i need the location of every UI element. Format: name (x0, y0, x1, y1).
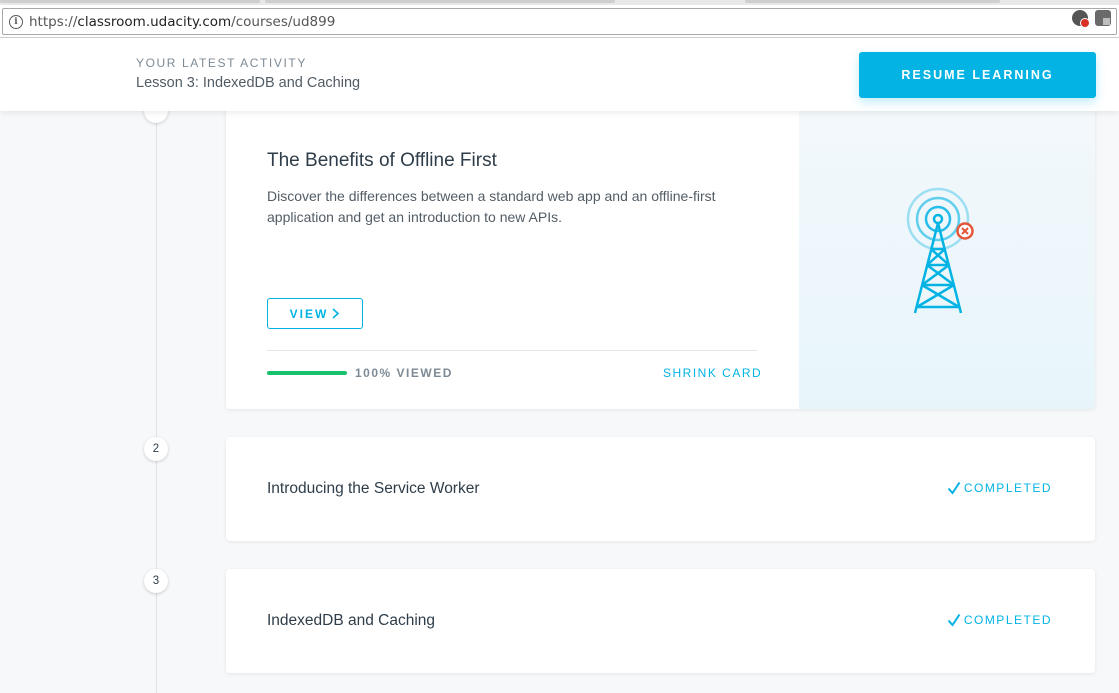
url-text[interactable]: https://classroom.udacity.com/courses/ud… (29, 14, 335, 30)
lesson-title: Introducing the Service Worker (267, 480, 480, 497)
check-icon (947, 481, 961, 495)
progress-label: 100% VIEWED (355, 366, 453, 380)
extension-icons (1072, 10, 1111, 28)
latest-activity-bar: YOUR LATEST ACTIVITY Lesson 3: IndexedDB… (0, 38, 1119, 111)
chevron-right-icon (332, 308, 340, 319)
status-badge: COMPLETED (947, 613, 1052, 627)
view-button[interactable]: VIEW (267, 298, 363, 329)
extension-blocked-icon[interactable] (1072, 10, 1090, 28)
browser-toolbar: i https://classroom.udacity.com/courses/… (0, 5, 1119, 38)
shrink-card-link[interactable]: SHRINK CARD (663, 366, 762, 380)
tab[interactable] (265, 0, 615, 3)
status-label: COMPLETED (963, 481, 1052, 495)
timeline-line (156, 111, 157, 693)
card-divider (267, 350, 757, 351)
status-label: COMPLETED (963, 613, 1052, 627)
progress-bar (267, 371, 347, 375)
radio-tower-offline-icon (906, 187, 974, 314)
lesson-card-expanded: The Benefits of Offline First Discover t… (226, 105, 1095, 409)
step-bubble-2: 2 (144, 437, 168, 461)
info-icon[interactable]: i (9, 14, 23, 29)
activity-kicker: YOUR LATEST ACTIVITY (136, 56, 307, 70)
translate-icon[interactable] (1095, 10, 1111, 26)
lesson-illustration (799, 105, 1095, 409)
resume-learning-button[interactable]: RESUME LEARNING (859, 52, 1096, 98)
lesson-card[interactable]: IndexedDB and Caching COMPLETED (226, 569, 1095, 673)
tab[interactable] (0, 0, 260, 3)
tab[interactable] (745, 0, 1000, 3)
check-icon (947, 613, 961, 627)
view-button-label: VIEW (289, 306, 329, 321)
lesson-title: The Benefits of Offline First (267, 150, 497, 171)
status-badge: COMPLETED (947, 481, 1052, 495)
address-bar[interactable]: i https://classroom.udacity.com/courses/… (2, 8, 1117, 35)
lesson-description: Discover the differences between a stand… (267, 188, 716, 225)
activity-lesson: Lesson 3: IndexedDB and Caching (136, 75, 361, 91)
step-bubble-3: 3 (144, 569, 168, 593)
lesson-card[interactable]: Introducing the Service Worker COMPLETED (226, 437, 1095, 541)
progress-fill (267, 371, 347, 375)
lesson-title: IndexedDB and Caching (267, 612, 436, 629)
